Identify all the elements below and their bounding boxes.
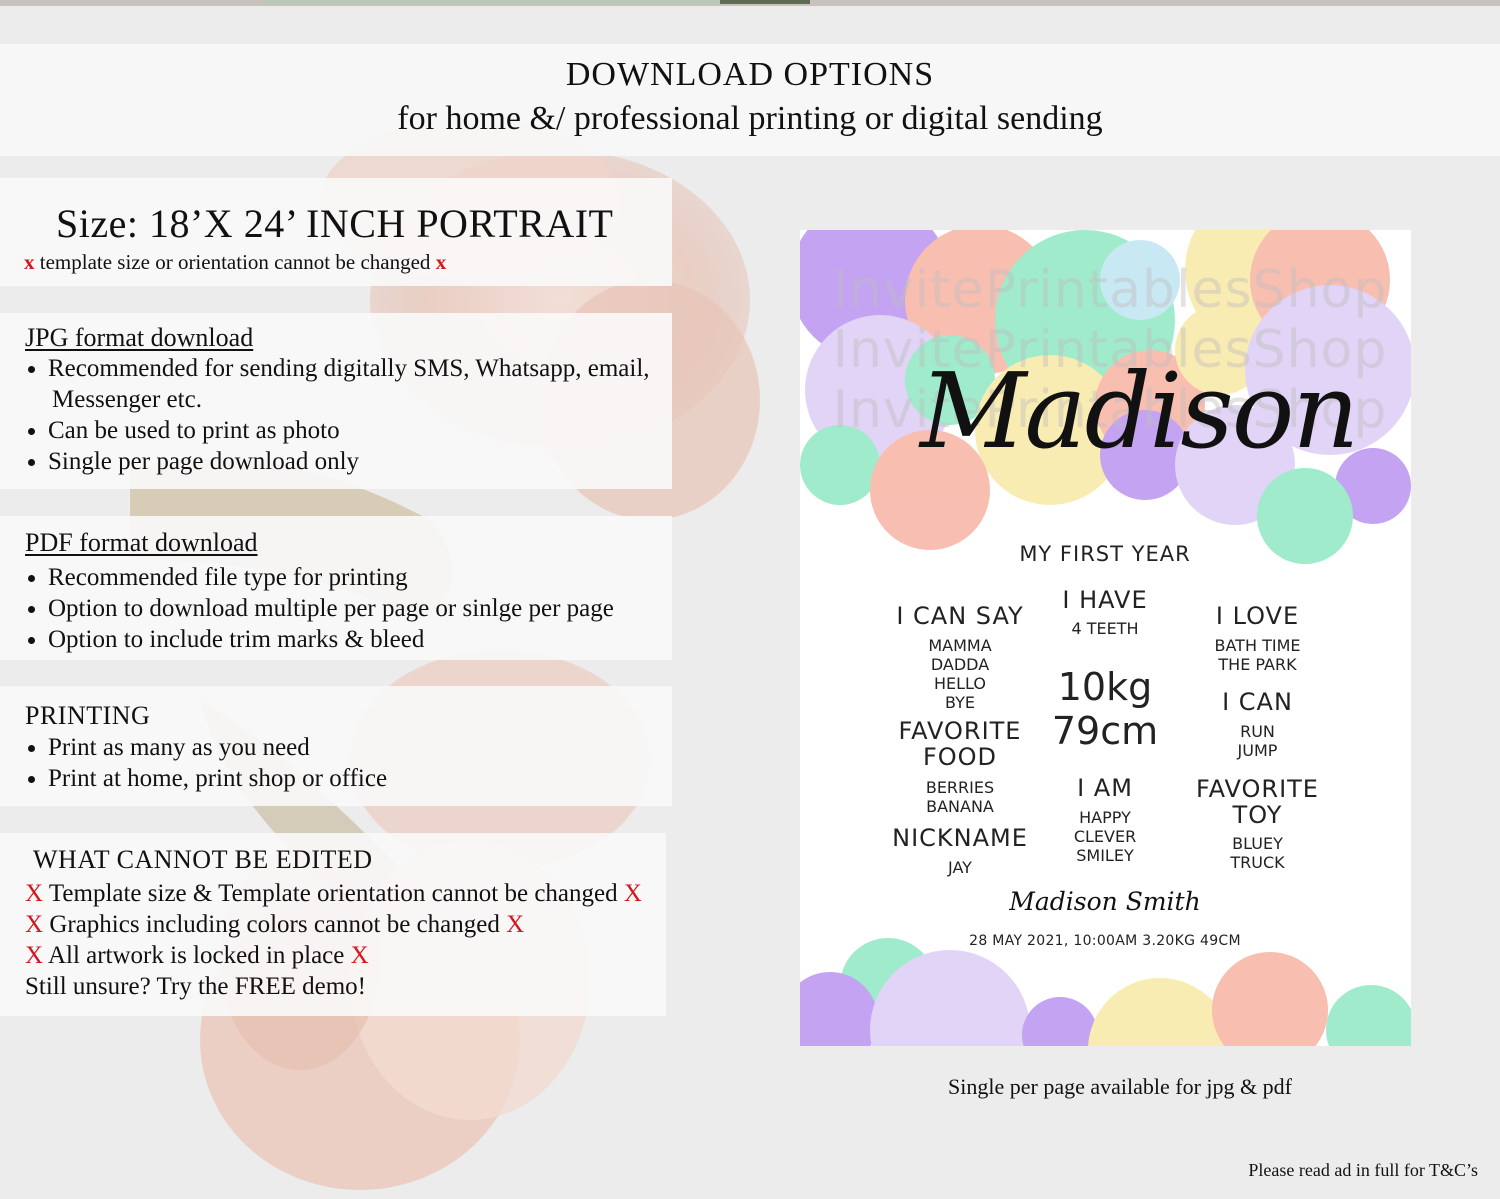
pdf-panel: PDF format download Recommended file typ…	[0, 516, 672, 660]
i-love-list: BATH TIME THE PARK	[1214, 636, 1301, 674]
bubble-yellow	[1088, 978, 1232, 1046]
list-item: Option to include trim marks & bleed	[25, 624, 614, 655]
pdf-title: PDF format download	[25, 528, 258, 557]
list-item: Recommended for sending digitally SMS, W…	[25, 353, 650, 384]
bullet-icon	[28, 606, 35, 613]
printing-title: PRINTING	[25, 701, 151, 730]
bubble-purple	[1022, 997, 1098, 1046]
birth-details: 28 MAY 2021, 10:00AM 3.20KG 49CM	[969, 933, 1241, 949]
bubble-mint	[1326, 985, 1411, 1046]
list-item: Print at home, print shop or office	[25, 763, 387, 794]
jpg-list: Recommended for sending digitally SMS, W…	[25, 353, 650, 477]
bullet-icon	[28, 637, 35, 644]
favorite-toy-title: FAVORITE TOY	[1196, 775, 1319, 829]
signature: Madison Smith	[1009, 887, 1201, 916]
poster-name: Madison	[920, 350, 1359, 472]
x-mark-icon: X	[25, 911, 44, 938]
bullet-icon	[28, 575, 35, 582]
bubble-peach	[1212, 952, 1328, 1046]
demo-note: Still unsure? Try the FREE demo!	[25, 973, 366, 1000]
pdf-list: Recommended file type for printing Optio…	[25, 562, 614, 655]
size-note-text: template size or orientation cannot be c…	[39, 250, 431, 274]
download-options-header: DOWNLOAD OPTIONS for home &/ professiona…	[0, 44, 1500, 156]
bullet-icon	[28, 428, 35, 435]
printing-panel: PRINTING Print as many as you need Print…	[0, 686, 672, 806]
list-item: Recommended file type for printing	[25, 562, 614, 593]
cannot-edit-title: WHAT CANNOT BE EDITED	[33, 845, 373, 874]
poster-heading: MY FIRST YEAR	[1019, 542, 1191, 566]
jpg-panel: JPG format download Recommended for send…	[0, 313, 672, 489]
weight-value: 10kg	[1057, 665, 1153, 709]
i-have-value: 4 TEETH	[1071, 619, 1139, 638]
list-item: Can be used to print as photo	[25, 415, 650, 446]
cannot-edit-list: X Template size & Template orientation c…	[25, 878, 642, 1002]
bullet-icon	[28, 366, 35, 373]
cannot-edit-panel: WHAT CANNOT BE EDITED X Template size & …	[0, 833, 666, 1016]
i-am-title: I AM	[1077, 774, 1133, 802]
bullet-icon	[28, 776, 35, 783]
x-mark-icon: X	[506, 911, 525, 938]
size-title: Size: 18’X 24’ INCH PORTRAIT	[56, 201, 614, 246]
list-item: Messenger etc.	[52, 386, 202, 413]
list-item: X All artwork is locked in place X	[25, 942, 369, 969]
list-item: Single per page download only	[25, 446, 650, 477]
nickname-value: JAY	[948, 858, 972, 877]
size-note: x template size or orientation cannot be…	[24, 250, 446, 275]
jpg-title: JPG format download	[25, 323, 254, 352]
x-mark-icon: X	[623, 880, 642, 907]
i-have-title: I HAVE	[1062, 586, 1148, 614]
favorite-food-list: BERRIES BANANA	[925, 778, 995, 816]
list-item: X Graphics including colors cannot be ch…	[25, 911, 525, 938]
x-mark-icon: X	[350, 942, 369, 969]
terms-footnote: Please read ad in full for T&C’s	[1248, 1160, 1478, 1180]
size-panel: Size: 18’X 24’ INCH PORTRAIT x template …	[0, 178, 672, 286]
bullet-icon	[28, 459, 35, 466]
favorite-food-title: FAVORITE FOOD	[898, 717, 1022, 771]
header-title: DOWNLOAD OPTIONS	[565, 56, 935, 93]
poster-preview: InvitePrintablesShop InvitePrintablesShop…	[800, 230, 1411, 1046]
x-mark-icon: x	[24, 250, 35, 274]
nickname-title: NICKNAME	[892, 824, 1028, 852]
list-item: Print as many as you need	[25, 732, 387, 763]
i-love-title: I LOVE	[1215, 602, 1300, 630]
i-can-title: I CAN	[1222, 688, 1293, 716]
poster-caption: Single per page available for jpg & pdf	[948, 1074, 1292, 1099]
i-can-list: RUN JUMP	[1237, 722, 1278, 760]
header-subtitle: for home &/ professional printing or dig…	[397, 100, 1103, 137]
x-mark-icon: X	[25, 942, 44, 969]
i-am-list: HAPPY CLEVER SMILEY	[1073, 808, 1137, 865]
list-item: Option to download multiple per page or …	[25, 593, 614, 624]
x-mark-icon: X	[25, 880, 44, 907]
bullet-icon	[28, 745, 35, 752]
favorite-toy-list: BLUEY TRUCK	[1230, 834, 1285, 872]
i-can-say-title: I CAN SAY	[896, 602, 1024, 630]
x-mark-icon: x	[435, 250, 447, 274]
printing-list: Print as many as you need Print at home,…	[25, 732, 387, 794]
i-can-say-list: MAMMA DADDA HELLO BYE	[928, 636, 992, 712]
list-item: X Template size & Template orientation c…	[25, 880, 642, 907]
